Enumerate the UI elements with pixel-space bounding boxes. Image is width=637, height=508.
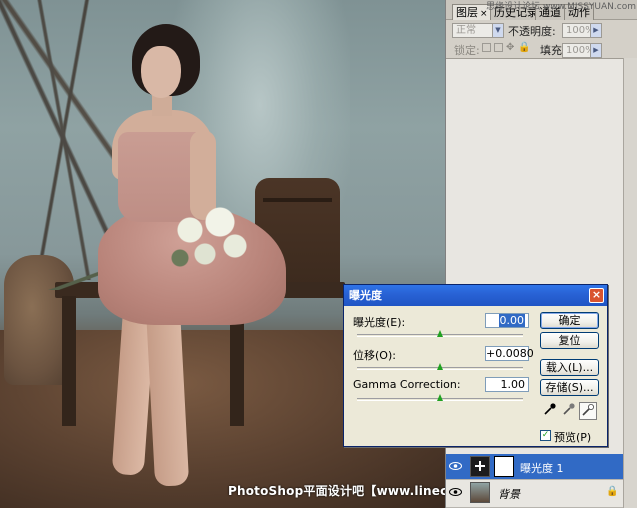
slider-thumb[interactable]: [437, 363, 443, 370]
lock-icon: 🔒: [606, 486, 619, 497]
chevron-down-icon: ▼: [492, 24, 503, 37]
offset-label: 位移(O):: [353, 349, 396, 362]
watermark-text: PhotoShop平面设计吧【www.lineci.com/tieba/1783…: [228, 484, 445, 498]
blend-row: 正常 ▼ 不透明度: 100% ▶: [446, 20, 637, 40]
gamma-value: 1.00: [500, 378, 526, 391]
opacity-label: 不透明度:: [508, 25, 556, 38]
lock-pixels-icon[interactable]: [494, 43, 503, 52]
dialog-title: 曝光度: [349, 289, 382, 302]
chevron-right-icon: ▶: [590, 24, 601, 37]
photo-face: [141, 46, 181, 98]
preview-checkbox[interactable]: ✓: [540, 430, 551, 441]
lock-all-icon[interactable]: 🔒: [518, 43, 530, 53]
gamma-slider[interactable]: [357, 394, 523, 401]
exposure-label: 曝光度(E):: [353, 316, 406, 329]
checkmark-icon: ✓: [541, 430, 550, 440]
load-button[interactable]: 载入(L)...: [540, 359, 599, 376]
eye-icon[interactable]: [449, 487, 462, 497]
layer-name: 背景: [498, 488, 520, 501]
gamma-label: Gamma Correction:: [353, 378, 461, 391]
slider-thumb[interactable]: [437, 394, 443, 401]
gamma-input[interactable]: 1.00: [485, 377, 529, 392]
blend-mode-value: 正常: [456, 25, 476, 36]
layer-thumbnail: [470, 482, 490, 503]
lock-position-icon[interactable]: ✥: [506, 43, 515, 53]
close-button[interactable]: ×: [589, 288, 604, 303]
exposure-value: 0.00: [498, 314, 525, 327]
black-eyedropper-icon[interactable]: [541, 402, 559, 420]
lock-transparency-icon[interactable]: [482, 43, 491, 52]
lock-row: 锁定: 填充: 100% ▶: [446, 40, 637, 58]
gray-eyedropper-icon[interactable]: [560, 402, 578, 420]
layer-row[interactable]: 背景 🔒: [446, 480, 623, 508]
eye-icon[interactable]: [449, 461, 462, 471]
offset-value: +0.0080: [486, 347, 534, 360]
layer-name: 曝光度 1: [520, 462, 564, 475]
exposure-input[interactable]: 0.00: [485, 313, 529, 328]
photo-flowers: [160, 198, 260, 278]
layer-mask-thumbnail[interactable]: [494, 456, 514, 477]
panel-tab-bar: 图层 × 历史记录 通道 动作 思缘设计论坛 www.MISSYUAN.com: [446, 0, 637, 20]
exposure-dialog: 曝光度 × 曝光度(E): 0.00 位移(O): +0.0080 Gamma …: [343, 284, 608, 447]
dialog-title-bar[interactable]: 曝光度: [344, 285, 607, 306]
fill-input[interactable]: 100% ▶: [562, 43, 602, 58]
ok-button[interactable]: 确定: [540, 312, 599, 329]
blend-mode-select[interactable]: 正常 ▼: [452, 23, 504, 38]
opacity-input[interactable]: 100% ▶: [562, 23, 602, 38]
offset-slider[interactable]: [357, 363, 523, 370]
tab-layers-label: 图层: [456, 6, 478, 19]
layer-row[interactable]: 曝光度 1: [446, 454, 623, 480]
reset-button[interactable]: 复位: [540, 332, 599, 349]
preview-label: 预览(P): [554, 431, 592, 444]
photo-bench-leg: [62, 296, 76, 426]
exposure-slider[interactable]: [357, 330, 523, 337]
slider-thumb[interactable]: [437, 330, 443, 337]
adjustment-layer-icon: [470, 456, 490, 477]
site-watermark: 思缘设计论坛 www.MISSYUAN.com: [486, 2, 636, 12]
lock-label: 锁定:: [454, 44, 480, 57]
chevron-right-icon: ▶: [590, 44, 601, 57]
save-button[interactable]: 存储(S)...: [540, 379, 599, 396]
layers-scrollbar[interactable]: [623, 58, 637, 508]
offset-input[interactable]: +0.0080: [485, 346, 534, 361]
white-eyedropper-icon[interactable]: [579, 402, 597, 420]
